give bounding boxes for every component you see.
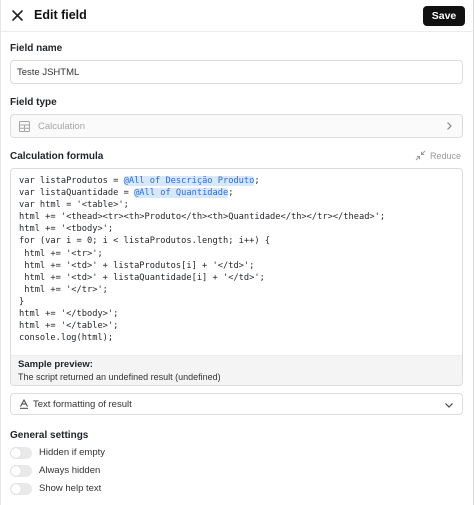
chevron-right-icon bbox=[447, 122, 452, 130]
code-text: var html = '<table>'; bbox=[19, 200, 129, 211]
chevron-down-icon bbox=[445, 403, 453, 408]
hidden-if-empty-label: Hidden if empty bbox=[39, 447, 106, 458]
code-line: html += '<td>' + listaProdutos[i] + '</t… bbox=[19, 260, 385, 272]
text-formatting-dropdown[interactable]: Text formatting of result bbox=[10, 393, 463, 415]
always-hidden-switch[interactable] bbox=[10, 465, 32, 477]
code-line: var listaQuantidade = @All of Quantidade… bbox=[19, 187, 385, 199]
code-text: for (var i = 0; i < listaProdutos.length… bbox=[19, 236, 271, 247]
panel-title: Edit field bbox=[34, 8, 87, 22]
code-line: console.log(html); bbox=[19, 332, 385, 344]
code-text: } bbox=[19, 296, 25, 307]
code-text: html += '<thead><tr><th>Produto</th><th>… bbox=[19, 212, 386, 223]
field-name-value: Teste JSHTML bbox=[17, 67, 80, 78]
field-reference-token[interactable]: @All of Quantidade bbox=[134, 188, 229, 199]
field-name-input[interactable]: Teste JSHTML bbox=[10, 60, 463, 84]
reduce-label: Reduce bbox=[430, 151, 462, 161]
code-line: for (var i = 0; i < listaProdutos.length… bbox=[19, 235, 385, 247]
always-hidden-label: Always hidden bbox=[39, 465, 101, 476]
code-line: html += '<td>' + listaQuantidade[i] + '<… bbox=[19, 272, 385, 284]
code-text: html += '<td>' + listaQuantidade[i] + '<… bbox=[19, 272, 265, 283]
sample-preview: Sample preview: The script returned an u… bbox=[11, 355, 462, 385]
switch-knob bbox=[11, 484, 21, 494]
switch-knob bbox=[11, 448, 21, 458]
code-text: ; bbox=[228, 188, 234, 199]
panel-header: Edit field Save bbox=[1, 0, 474, 32]
collapse-arrows-icon bbox=[415, 150, 426, 161]
code-text: html += '</table>'; bbox=[19, 321, 119, 332]
code-text: html += '</tr>'; bbox=[19, 284, 108, 295]
text-format-icon bbox=[20, 399, 28, 409]
save-button[interactable]: Save bbox=[423, 6, 465, 26]
hidden-if-empty-switch[interactable] bbox=[10, 447, 32, 459]
code-line: } bbox=[19, 296, 385, 308]
code-line: var html = '<table>'; bbox=[19, 199, 385, 211]
close-icon[interactable] bbox=[10, 8, 25, 23]
code-text: html += '<tbody>'; bbox=[19, 224, 114, 235]
code-line: html += '<tbody>'; bbox=[19, 223, 385, 235]
code-text: var listaProdutos = bbox=[19, 176, 124, 186]
code-text: html += '<tr>'; bbox=[19, 248, 103, 259]
field-reference-token[interactable]: @All of Descrição Produto bbox=[123, 176, 255, 186]
formula-editor[interactable]: var listaProdutos = @All of Descrição Pr… bbox=[10, 168, 463, 386]
field-type-select[interactable]: Calculation bbox=[10, 114, 463, 138]
code-line: html += '</tr>'; bbox=[19, 284, 385, 296]
text-formatting-label: Text formatting of result bbox=[33, 399, 132, 410]
table-icon bbox=[19, 121, 30, 132]
switch-knob bbox=[11, 466, 21, 476]
formula-code[interactable]: var listaProdutos = @All of Descrição Pr… bbox=[19, 175, 385, 344]
general-settings-label: General settings bbox=[10, 430, 89, 441]
code-line: html += '</table>'; bbox=[19, 320, 385, 332]
show-help-text-label: Show help text bbox=[39, 483, 102, 494]
preview-text: The script returned an undefined result … bbox=[18, 372, 221, 382]
code-text: html += '</tbody>'; bbox=[19, 309, 119, 320]
code-text: var listaQuantidade = bbox=[19, 188, 135, 199]
code-line: html += '<tr>'; bbox=[19, 248, 385, 260]
code-line: html += '</tbody>'; bbox=[19, 308, 385, 320]
code-line: html += '<thead><tr><th>Produto</th><th>… bbox=[19, 211, 385, 223]
field-type-value: Calculation bbox=[38, 121, 85, 132]
code-text: console.log(html); bbox=[19, 333, 114, 344]
formula-label: Calculation formula bbox=[10, 151, 104, 162]
field-name-label: Field name bbox=[10, 43, 63, 54]
edit-field-panel: Edit field Save Field name Teste JSHTML … bbox=[0, 0, 474, 505]
code-text: html += '<td>' + listaProdutos[i] + '</t… bbox=[19, 260, 255, 271]
code-line: var listaProdutos = @All of Descrição Pr… bbox=[19, 175, 385, 187]
show-help-text-switch[interactable] bbox=[10, 483, 32, 495]
preview-title: Sample preview: bbox=[18, 359, 93, 370]
code-text: ; bbox=[254, 176, 260, 186]
field-type-label: Field type bbox=[10, 97, 57, 108]
